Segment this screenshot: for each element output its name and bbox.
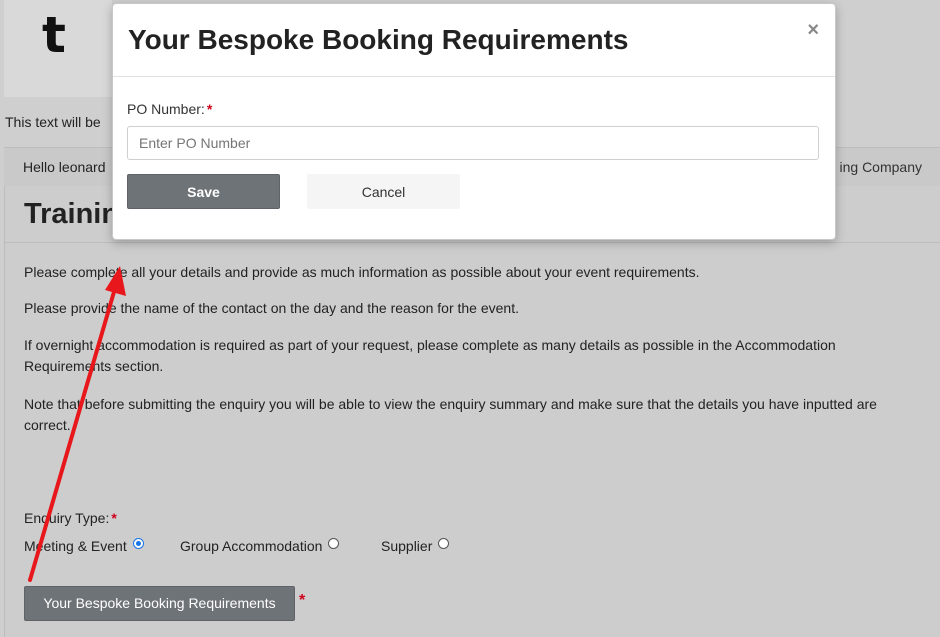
required-marker: * <box>299 592 306 609</box>
radio-label: Group Accommodation <box>180 538 323 554</box>
radio-meeting-event[interactable]: Meeting & Event <box>24 537 144 554</box>
radio-label: Meeting & Event <box>24 538 127 554</box>
po-number-label: PO Number: * <box>127 101 212 117</box>
page-title: Trainin <box>24 198 120 230</box>
required-marker: * <box>206 101 213 117</box>
radio-selected-icon[interactable] <box>132 537 144 549</box>
modal-divider <box>113 76 835 77</box>
required-marker: * <box>111 510 117 526</box>
radio-supplier[interactable]: Supplier <box>381 537 450 554</box>
modal-title: Your Bespoke Booking Requirements <box>128 24 629 55</box>
logo: t <box>4 0 112 97</box>
cancel-button[interactable]: Cancel <box>307 174 460 209</box>
bespoke-requirements-modal: Your Bespoke Booking Requirements × PO N… <box>112 3 836 240</box>
radio-group-accommodation[interactable]: Group Accommodation <box>180 537 340 554</box>
instruction-paragraph: Please complete all your details and pro… <box>24 264 700 280</box>
save-button[interactable]: Save <box>127 174 280 209</box>
content-panel: Trainin Please complete all your details… <box>4 186 940 637</box>
greeting-text: Hello leonard <box>23 159 106 175</box>
instruction-paragraph: Please provide the name of the contact o… <box>24 300 519 316</box>
enquiry-type-label-text: Enquiry Type: <box>24 510 110 526</box>
title-divider <box>5 242 940 243</box>
bespoke-requirements-button[interactable]: Your Bespoke Booking Requirements <box>24 586 295 621</box>
radio-unselected-icon[interactable] <box>328 537 340 549</box>
radio-unselected-icon[interactable] <box>438 537 450 549</box>
close-icon[interactable]: × <box>807 19 819 42</box>
radio-label: Supplier <box>381 538 433 554</box>
po-number-label-text: PO Number: <box>127 101 205 117</box>
enquiry-type-label: Enquiry Type: * <box>24 510 117 526</box>
po-number-input[interactable] <box>127 126 819 160</box>
notice-text: This text will be <box>5 114 101 130</box>
logo-letter: t <box>42 6 66 64</box>
company-name: ing Company <box>839 159 923 175</box>
instruction-paragraph: If overnight accommodation is required a… <box>24 337 836 374</box>
instruction-paragraph: Note that before submitting the enquiry … <box>24 396 877 433</box>
